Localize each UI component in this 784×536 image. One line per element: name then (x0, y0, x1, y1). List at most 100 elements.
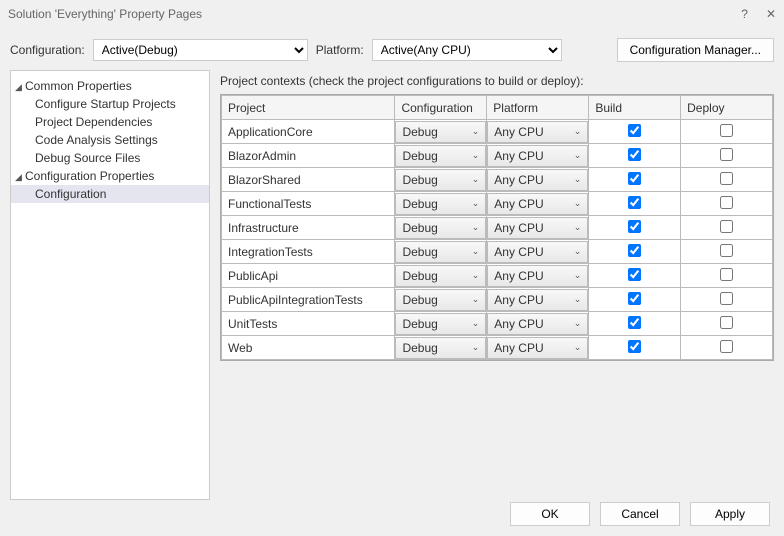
chevron-down-icon: ⌄ (472, 318, 480, 329)
project-cell: Infrastructure (222, 216, 395, 240)
deploy-checkbox[interactable] (720, 124, 733, 137)
chevron-down-icon: ⌄ (574, 342, 582, 353)
config-dropdown[interactable]: Debug⌄ (395, 145, 486, 167)
platform-dropdown[interactable]: Any CPU⌄ (487, 145, 588, 167)
config-dropdown[interactable]: Debug⌄ (395, 313, 486, 335)
chevron-down-icon: ⌄ (574, 222, 582, 233)
project-grid: Project Configuration Platform Build Dep… (220, 94, 774, 361)
deploy-checkbox[interactable] (720, 292, 733, 305)
project-cell: BlazorShared (222, 168, 395, 192)
titlebar: Solution 'Everything' Property Pages ? ✕ (0, 0, 784, 28)
tree-common-properties[interactable]: Common Properties (11, 77, 209, 95)
platform-select[interactable]: Active(Any CPU) (372, 39, 562, 61)
tree-configuration-properties[interactable]: Configuration Properties (11, 167, 209, 185)
footer-buttons: OK Cancel Apply (510, 502, 770, 526)
project-cell: PublicApiIntegrationTests (222, 288, 395, 312)
header-config[interactable]: Configuration (395, 96, 487, 120)
chevron-down-icon: ⌄ (574, 150, 582, 161)
config-dropdown[interactable]: Debug⌄ (395, 241, 486, 263)
chevron-down-icon: ⌄ (472, 174, 480, 185)
deploy-checkbox[interactable] (720, 172, 733, 185)
deploy-checkbox[interactable] (720, 196, 733, 209)
build-checkbox[interactable] (628, 148, 641, 161)
config-dropdown[interactable]: Debug⌄ (395, 289, 486, 311)
header-deploy[interactable]: Deploy (681, 96, 773, 120)
build-checkbox[interactable] (628, 292, 641, 305)
build-checkbox[interactable] (628, 220, 641, 233)
tree-item-configuration[interactable]: Configuration (11, 185, 209, 203)
chevron-down-icon: ⌄ (574, 126, 582, 137)
table-row: FunctionalTestsDebug⌄Any CPU⌄ (222, 192, 773, 216)
help-icon[interactable]: ? (741, 7, 748, 21)
deploy-checkbox[interactable] (720, 268, 733, 281)
table-row: PublicApiIntegrationTestsDebug⌄Any CPU⌄ (222, 288, 773, 312)
chevron-down-icon: ⌄ (574, 174, 582, 185)
project-cell: IntegrationTests (222, 240, 395, 264)
chevron-down-icon: ⌄ (472, 198, 480, 209)
platform-dropdown[interactable]: Any CPU⌄ (487, 337, 588, 359)
platform-dropdown[interactable]: Any CPU⌄ (487, 193, 588, 215)
build-checkbox[interactable] (628, 244, 641, 257)
project-cell: UnitTests (222, 312, 395, 336)
project-cell: Web (222, 336, 395, 360)
config-dropdown[interactable]: Debug⌄ (395, 121, 486, 143)
deploy-checkbox[interactable] (720, 244, 733, 257)
chevron-down-icon: ⌄ (574, 294, 582, 305)
table-row: BlazorSharedDebug⌄Any CPU⌄ (222, 168, 773, 192)
build-checkbox[interactable] (628, 340, 641, 353)
tree-item-dependencies[interactable]: Project Dependencies (11, 113, 209, 131)
platform-dropdown[interactable]: Any CPU⌄ (487, 265, 588, 287)
table-row: UnitTestsDebug⌄Any CPU⌄ (222, 312, 773, 336)
window-controls: ? ✕ (741, 7, 776, 21)
build-checkbox[interactable] (628, 316, 641, 329)
build-checkbox[interactable] (628, 268, 641, 281)
platform-dropdown[interactable]: Any CPU⌄ (487, 217, 588, 239)
deploy-checkbox[interactable] (720, 340, 733, 353)
configuration-select[interactable]: Active(Debug) (93, 39, 308, 61)
config-dropdown[interactable]: Debug⌄ (395, 169, 486, 191)
table-row: PublicApiDebug⌄Any CPU⌄ (222, 264, 773, 288)
selector-row: Configuration: Active(Debug) Platform: A… (0, 28, 784, 70)
chevron-down-icon: ⌄ (472, 150, 480, 161)
header-platform[interactable]: Platform (487, 96, 589, 120)
table-row: InfrastructureDebug⌄Any CPU⌄ (222, 216, 773, 240)
build-checkbox[interactable] (628, 196, 641, 209)
config-dropdown[interactable]: Debug⌄ (395, 337, 486, 359)
tree-item-code-analysis[interactable]: Code Analysis Settings (11, 131, 209, 149)
cancel-button[interactable]: Cancel (600, 502, 680, 526)
header-project[interactable]: Project (222, 96, 395, 120)
deploy-checkbox[interactable] (720, 148, 733, 161)
chevron-down-icon: ⌄ (574, 270, 582, 281)
config-dropdown[interactable]: Debug⌄ (395, 265, 486, 287)
table-row: BlazorAdminDebug⌄Any CPU⌄ (222, 144, 773, 168)
chevron-down-icon: ⌄ (472, 270, 480, 281)
platform-label: Platform: (316, 43, 364, 57)
build-checkbox[interactable] (628, 172, 641, 185)
header-build[interactable]: Build (589, 96, 681, 120)
table-row: IntegrationTestsDebug⌄Any CPU⌄ (222, 240, 773, 264)
config-dropdown[interactable]: Debug⌄ (395, 217, 486, 239)
configuration-manager-button[interactable]: Configuration Manager... (617, 38, 774, 62)
deploy-checkbox[interactable] (720, 316, 733, 329)
ok-button[interactable]: OK (510, 502, 590, 526)
tree-item-debug-source[interactable]: Debug Source Files (11, 149, 209, 167)
platform-dropdown[interactable]: Any CPU⌄ (487, 313, 588, 335)
build-checkbox[interactable] (628, 124, 641, 137)
config-dropdown[interactable]: Debug⌄ (395, 193, 486, 215)
table-row: WebDebug⌄Any CPU⌄ (222, 336, 773, 360)
project-cell: ApplicationCore (222, 120, 395, 144)
close-icon[interactable]: ✕ (766, 7, 776, 21)
main-panel: Project contexts (check the project conf… (220, 70, 774, 500)
project-cell: FunctionalTests (222, 192, 395, 216)
project-cell: BlazorAdmin (222, 144, 395, 168)
platform-dropdown[interactable]: Any CPU⌄ (487, 289, 588, 311)
tree-item-startup[interactable]: Configure Startup Projects (11, 95, 209, 113)
chevron-down-icon: ⌄ (472, 126, 480, 137)
chevron-down-icon: ⌄ (472, 342, 480, 353)
platform-dropdown[interactable]: Any CPU⌄ (487, 241, 588, 263)
platform-dropdown[interactable]: Any CPU⌄ (487, 169, 588, 191)
deploy-checkbox[interactable] (720, 220, 733, 233)
apply-button[interactable]: Apply (690, 502, 770, 526)
platform-dropdown[interactable]: Any CPU⌄ (487, 121, 588, 143)
chevron-down-icon: ⌄ (472, 294, 480, 305)
